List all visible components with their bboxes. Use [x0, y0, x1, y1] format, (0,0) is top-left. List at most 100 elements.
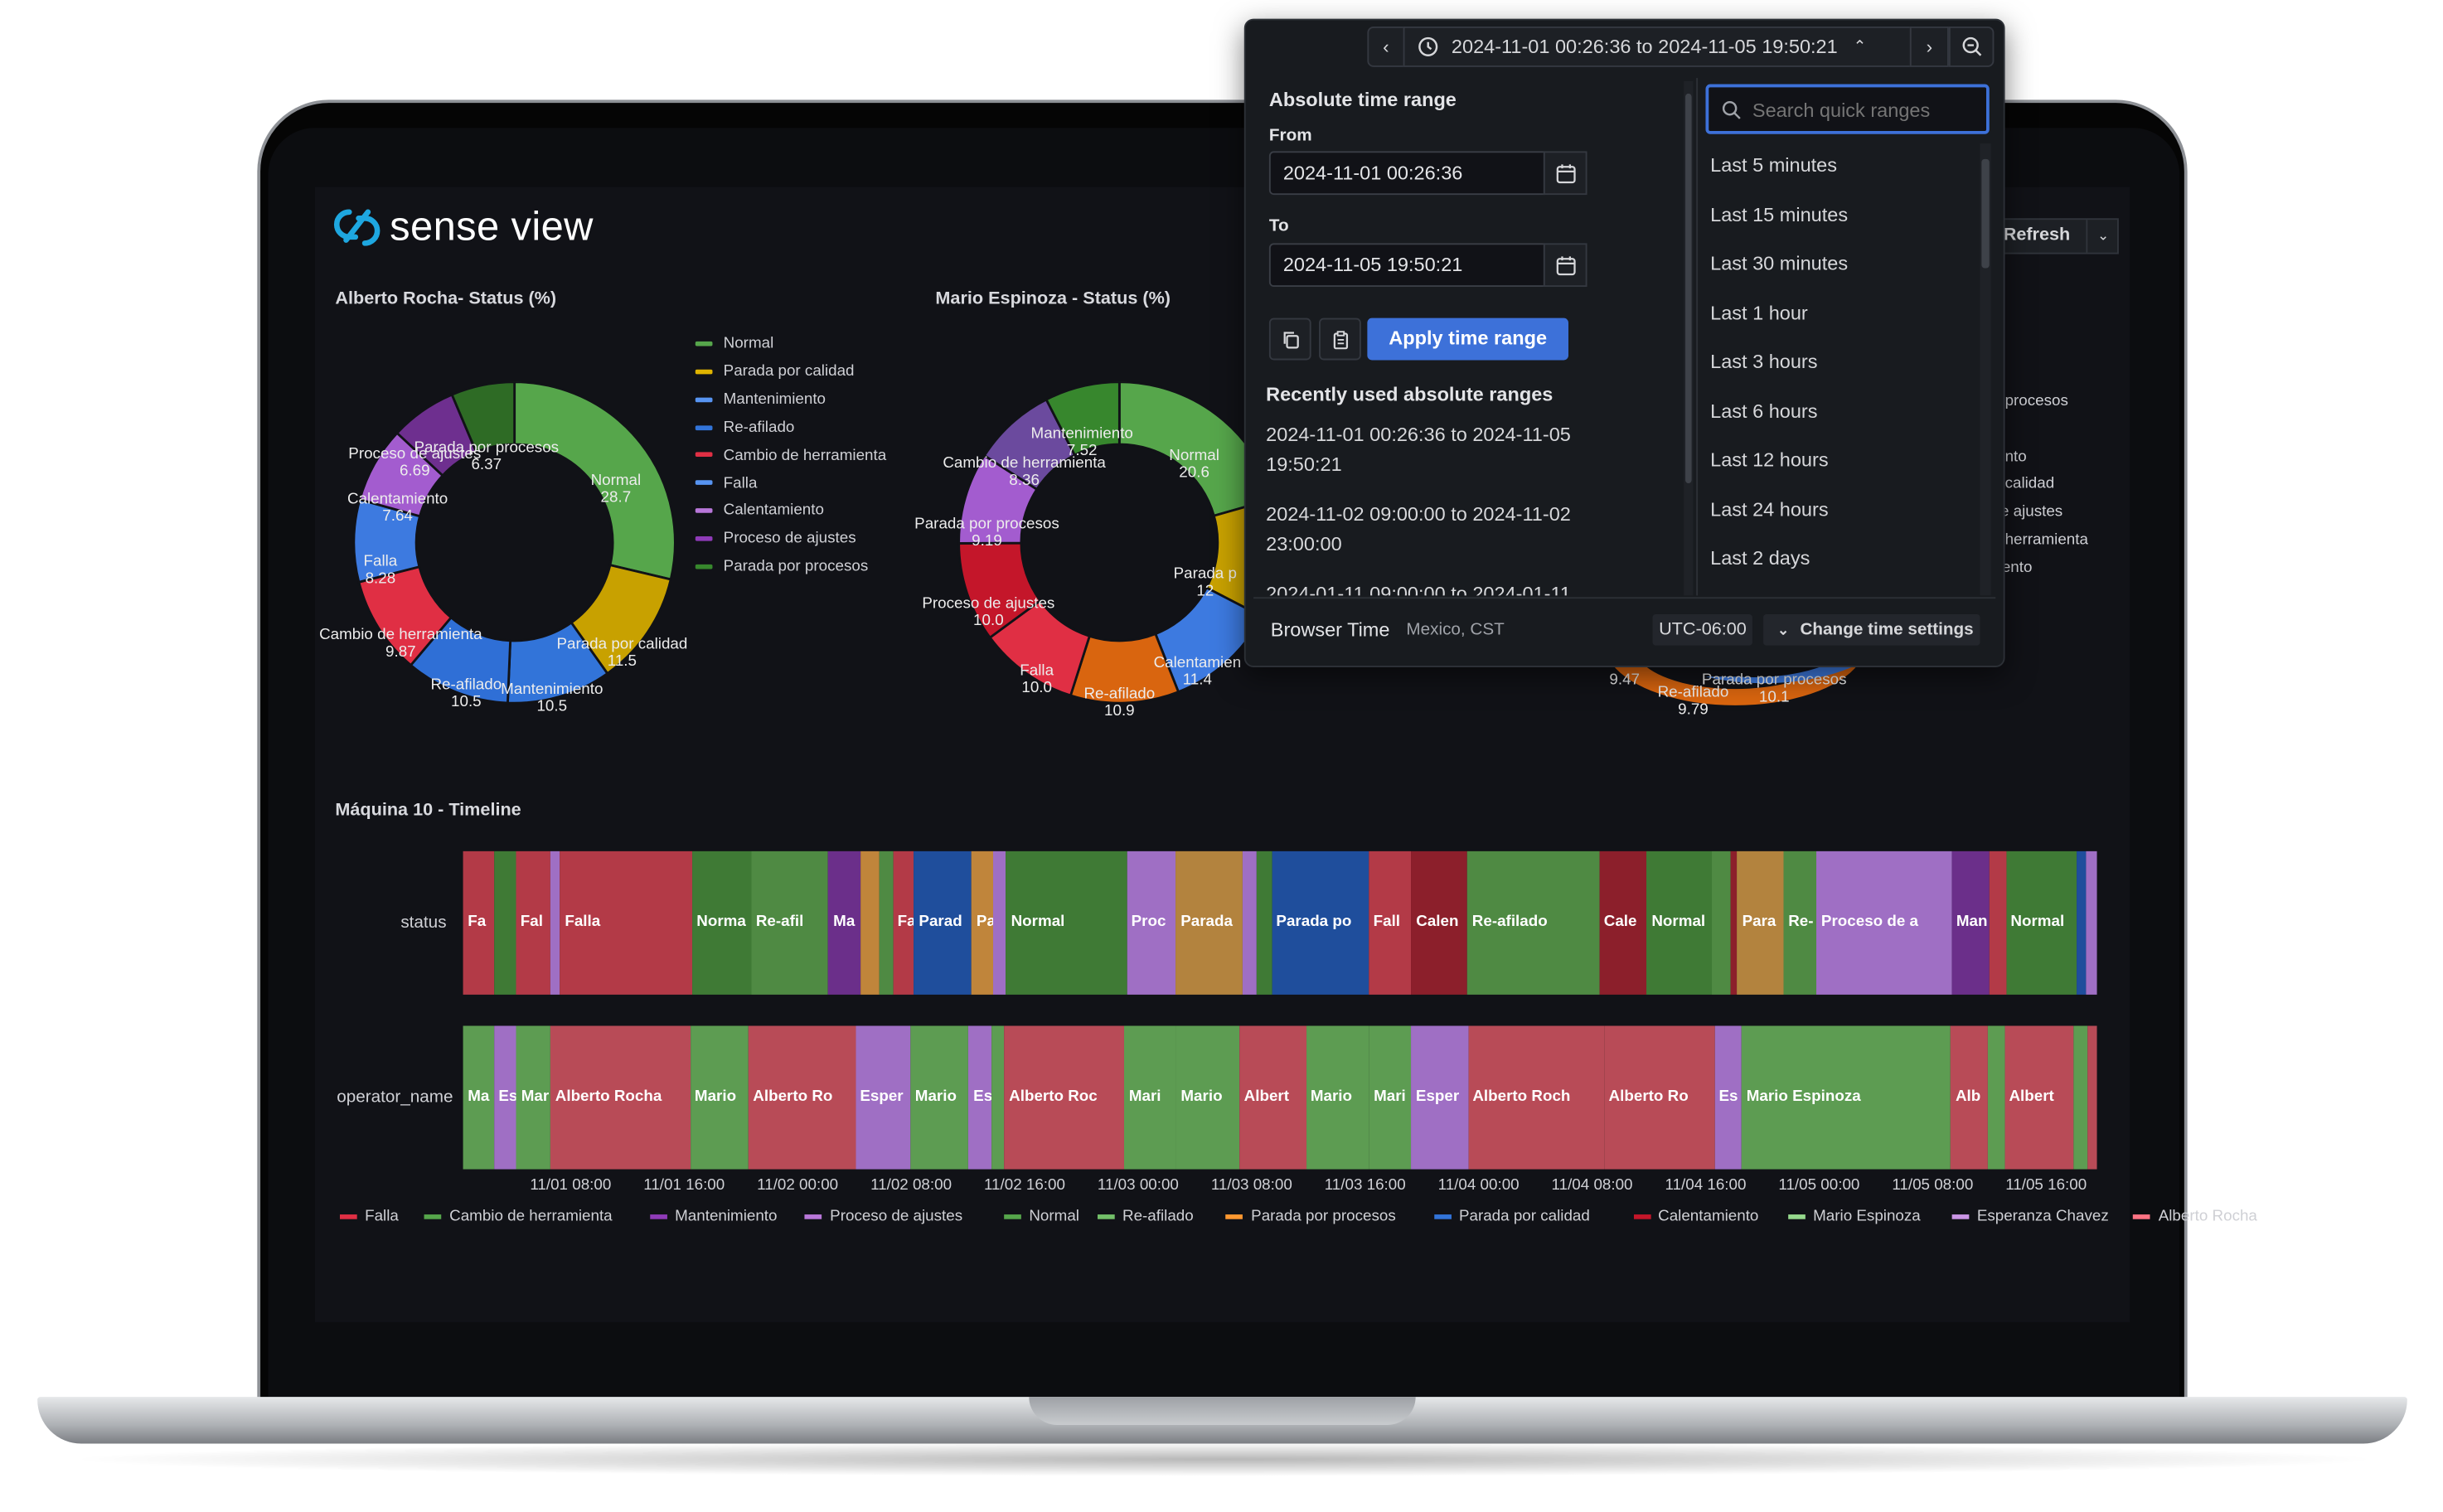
timeline-segment[interactable]: Mar: [516, 1025, 551, 1170]
timeline-segment[interactable]: [1256, 850, 1272, 995]
copy-range-button[interactable]: [1268, 317, 1311, 361]
timeline-segment[interactable]: Alberto Ro: [1603, 1025, 1714, 1170]
timeline-segment[interactable]: Cale: [1599, 850, 1647, 995]
time-forward-button[interactable]: ›: [1909, 26, 1949, 67]
timeline-segment[interactable]: Es: [1713, 1025, 1743, 1170]
recent-range-item[interactable]: 2024-11-01 00:26:36 to 2024-11-05 19:50:…: [1266, 421, 1627, 480]
to-calendar-button[interactable]: [1543, 243, 1587, 288]
timeline-segment[interactable]: Mario: [910, 1025, 969, 1170]
timeline-segment[interactable]: Es: [968, 1025, 991, 1170]
timeline-segment[interactable]: Es: [493, 1025, 517, 1170]
recent-range-item[interactable]: 2024-11-02 09:00:00 to 2024-11-02 23:00:…: [1266, 501, 1627, 560]
timeline-segment[interactable]: Alb: [1951, 1025, 1989, 1170]
axis-tick-label: 11/04 16:00: [1665, 1176, 1747, 1195]
timeline-segment[interactable]: [1730, 850, 1738, 995]
timeline-segment[interactable]: [1988, 1025, 2004, 1170]
timeline-segment[interactable]: Esper: [855, 1025, 911, 1170]
left-scrollbar[interactable]: [1684, 80, 1694, 596]
legend-swatch: [1788, 1214, 1806, 1219]
time-range-picker-button[interactable]: 2024-11-01 00:26:36 to 2024-11-05 19:50:…: [1403, 26, 1912, 67]
timeline-segment[interactable]: Parada po: [1271, 850, 1369, 995]
legend-swatch: [1097, 1214, 1115, 1219]
timeline-segment[interactable]: [880, 850, 893, 995]
timeline-segment[interactable]: Mario: [690, 1025, 749, 1170]
timeline-segment[interactable]: [550, 850, 560, 995]
timeline-segment[interactable]: Re-afil: [751, 850, 829, 995]
right-scrollbar-thumb[interactable]: [1981, 158, 1990, 269]
legend-label: Cambio de herramienta: [723, 446, 887, 464]
legend-swatch: [1633, 1214, 1650, 1219]
timeline-segment[interactable]: Albert: [1239, 1025, 1306, 1170]
search-input[interactable]: [1749, 94, 1987, 127]
right-scrollbar[interactable]: [1980, 143, 1991, 596]
timeline-segment[interactable]: Ma: [828, 850, 860, 995]
timeline-segment[interactable]: Proceso de a: [1816, 850, 1952, 995]
timeline-segment[interactable]: Alberto Ro: [748, 1025, 856, 1170]
timeline-segment[interactable]: Man: [1951, 850, 1990, 995]
quick-range-item[interactable]: Last 2 days: [1710, 547, 1810, 569]
timeline-segment[interactable]: [494, 850, 516, 995]
timeline-segment[interactable]: Esper: [1411, 1025, 1468, 1170]
timeline-segment[interactable]: Alberto Roch: [1467, 1025, 1604, 1170]
timeline-segment[interactable]: Normal: [1646, 850, 1712, 995]
timeline-segment[interactable]: Fal: [516, 850, 550, 995]
timeline-segment[interactable]: Ma: [463, 1025, 494, 1170]
timeline-segment[interactable]: [1711, 850, 1731, 995]
timeline-segment[interactable]: [2087, 1025, 2097, 1170]
quick-range-item[interactable]: Last 5 minutes: [1710, 154, 1837, 176]
from-input[interactable]: 2024-11-01 00:26:36: [1268, 151, 1545, 196]
timeline-segment[interactable]: Mari: [1369, 1025, 1412, 1170]
timeline-segment[interactable]: [860, 850, 880, 995]
apply-time-range-button[interactable]: Apply time range: [1367, 317, 1568, 361]
to-input[interactable]: 2024-11-05 19:50:21: [1268, 243, 1545, 288]
timeline-segment[interactable]: Para: [1737, 850, 1784, 995]
donut-label: Mantenimiento 7.52: [1031, 425, 1133, 459]
timeline-segment[interactable]: [991, 1025, 1005, 1170]
timeline-segment[interactable]: Normal: [2005, 850, 2077, 995]
time-back-button[interactable]: ‹: [1367, 26, 1405, 67]
quick-range-item[interactable]: Last 15 minutes: [1710, 203, 1848, 225]
paste-range-button[interactable]: [1319, 317, 1361, 361]
timeline-segment[interactable]: Mario: [1306, 1025, 1369, 1170]
timeline-segment[interactable]: Fall: [1368, 850, 1412, 995]
from-calendar-button[interactable]: [1543, 151, 1587, 196]
timeline-segment[interactable]: Falla: [560, 850, 692, 995]
timeline-segment[interactable]: [1242, 850, 1257, 995]
timeline-segment[interactable]: Fa: [892, 850, 914, 995]
quick-range-item[interactable]: Last 30 minutes: [1710, 253, 1848, 274]
change-time-settings-button[interactable]: ⌄ Change time settings: [1763, 613, 1980, 646]
quick-range-item[interactable]: Last 1 hour: [1710, 302, 1808, 323]
timeline-segment[interactable]: Mari: [1124, 1025, 1176, 1170]
timeline-segment[interactable]: Normal: [1006, 850, 1127, 995]
zoom-out-button[interactable]: [1948, 26, 1995, 67]
refresh-button[interactable]: Refresh ⌄: [1997, 218, 2119, 254]
quick-range-item[interactable]: Last 12 hours: [1710, 449, 1828, 471]
timeline-segment[interactable]: Albert: [2004, 1025, 2074, 1170]
timeline-segment[interactable]: Mario: [1175, 1025, 1240, 1170]
timeline-segment[interactable]: Alberto Rocha: [550, 1025, 691, 1170]
from-label: From: [1268, 126, 1312, 145]
timeline-segment[interactable]: Calen: [1411, 850, 1468, 995]
timeline-segment[interactable]: Parad: [914, 850, 972, 995]
timeline-segment[interactable]: [1989, 850, 2006, 995]
quick-range-item[interactable]: Last 24 hours: [1710, 498, 1828, 520]
timeline-segment[interactable]: [2077, 850, 2087, 995]
timeline-segment[interactable]: [2073, 1025, 2087, 1170]
timeline-segment[interactable]: Proc: [1126, 850, 1176, 995]
timeline-segment[interactable]: Parada: [1175, 850, 1243, 995]
recent-range-item[interactable]: 2024-01-11 09:00:00 to 2024-01-11: [1266, 580, 1627, 595]
donut-label-value: 12: [1196, 583, 1214, 601]
quick-range-item[interactable]: Last 6 hours: [1710, 400, 1817, 421]
timeline-segment[interactable]: Norma: [691, 850, 752, 995]
quick-range-search[interactable]: [1705, 84, 1990, 134]
timeline-segment[interactable]: Alberto Roc: [1004, 1025, 1125, 1170]
timeline-segment[interactable]: [993, 850, 1006, 995]
timeline-segment[interactable]: Re-: [1783, 850, 1817, 995]
timeline-segment[interactable]: Fa: [463, 850, 495, 995]
timeline-segment[interactable]: Pa: [972, 850, 994, 995]
timeline-segment[interactable]: [2087, 850, 2096, 995]
quick-range-item[interactable]: Last 3 hours: [1710, 351, 1817, 372]
left-scrollbar-thumb[interactable]: [1685, 93, 1692, 484]
timeline-segment[interactable]: Mario Espinoza: [1742, 1025, 1951, 1170]
timeline-segment[interactable]: Re-afilado: [1467, 850, 1600, 995]
